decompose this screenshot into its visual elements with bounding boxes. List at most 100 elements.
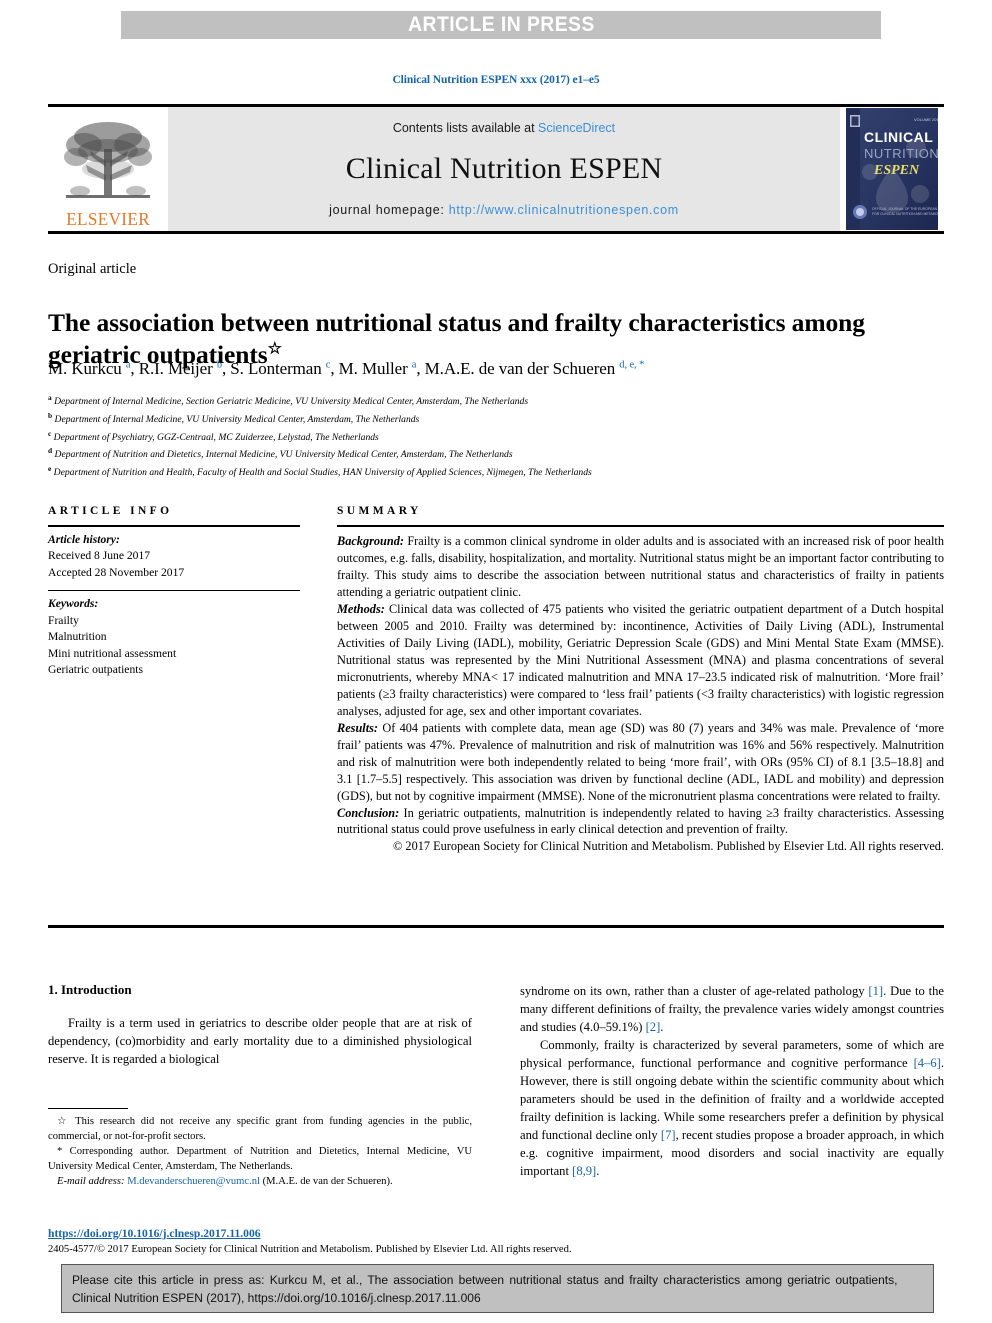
summary-copyright: © 2017 European Society for Clinical Nut… bbox=[393, 839, 944, 854]
keyword-item: Mini nutritional assessment bbox=[48, 646, 177, 660]
author-list: M. Kurkcu a, R.I. Meijer b, S. Lonterman… bbox=[48, 359, 645, 378]
footnotes-block: ☆ This research did not receive any spec… bbox=[48, 1108, 472, 1189]
article-info-heading: ARTICLE INFO bbox=[48, 505, 173, 517]
masthead-center: Contents lists available at ScienceDirec… bbox=[168, 107, 840, 231]
keywords-group: Keywords: Frailty Malnutrition Mini nutr… bbox=[48, 591, 300, 687]
article-in-press-label: ARTICLE IN PRESS bbox=[407, 13, 595, 36]
summary-heading: SUMMARY bbox=[337, 505, 422, 517]
summary-results-text: Of 404 patients with complete data, mean… bbox=[337, 720, 944, 803]
svg-text:CLINICAL: CLINICAL bbox=[864, 129, 933, 145]
footnote-funding-text: This research did not receive any specif… bbox=[48, 1116, 473, 1143]
doi-link[interactable]: https://doi.org/10.1016/j.clnesp.2017.11… bbox=[48, 1227, 261, 1240]
summary-background-text: Frailty is a common clinical syndrome in… bbox=[337, 534, 944, 599]
intro-p1-c: . bbox=[660, 1020, 664, 1034]
footnote-text: ☆ This research did not receive any spec… bbox=[48, 1114, 472, 1189]
affiliation-marker: d bbox=[48, 446, 53, 456]
email-owner: (M.A.E. de van der Schueren). bbox=[259, 1176, 393, 1188]
svg-text:NUTRITION: NUTRITION bbox=[864, 146, 938, 161]
article-history-group: Article history: Received 8 June 2017 Ac… bbox=[48, 527, 300, 590]
citation-ref[interactable]: [2] bbox=[646, 1020, 661, 1034]
elsevier-logo: ELSEVIER bbox=[48, 107, 168, 231]
intro-p2-a: Commonly, frailty is characterized by se… bbox=[520, 1038, 944, 1070]
article-history-accepted: Accepted 28 November 2017 bbox=[48, 565, 185, 579]
summary-panel: SUMMARY Background: Frailty is a common … bbox=[337, 505, 944, 855]
affiliation-item: b Department of Internal Medicine, VU Un… bbox=[48, 410, 420, 425]
section-divider bbox=[48, 925, 944, 928]
journal-homepage-line: journal homepage: http://www.clinicalnut… bbox=[329, 203, 679, 217]
article-history-received: Received 8 June 2017 bbox=[48, 549, 151, 563]
contents-prefix: Contents lists available at bbox=[392, 121, 539, 135]
affiliation-item: e Department of Nutrition and Health, Fa… bbox=[48, 464, 592, 479]
title-footnote-marker: ☆ bbox=[267, 340, 282, 358]
svg-text:ESPEN: ESPEN bbox=[873, 163, 920, 178]
intro-p1-a: syndrome on its own, rather than a clust… bbox=[520, 984, 869, 998]
summary-conclusion-text: In geriatric outpatients, malnutrition i… bbox=[337, 805, 944, 837]
keyword-item: Geriatric outpatients bbox=[48, 663, 143, 677]
elsevier-tree-icon bbox=[64, 122, 152, 198]
email-link[interactable]: M.devanderschueren@vumc.nl bbox=[127, 1176, 260, 1187]
footnote-corresponding-text: Corresponding author. Department of Nutr… bbox=[48, 1146, 472, 1173]
footnote-rule bbox=[48, 1108, 128, 1109]
article-info-panel: ARTICLE INFO Article history: Received 8… bbox=[48, 505, 300, 688]
article-page: ARTICLE IN PRESS Clinical Nutrition ESPE… bbox=[0, 0, 992, 1323]
affiliation-marker: a bbox=[48, 393, 52, 402]
cite-article-text: Please cite this article in press as: Ku… bbox=[72, 1273, 898, 1305]
summary-results-label: Results: bbox=[337, 720, 378, 735]
elsevier-wordmark: ELSEVIER bbox=[66, 209, 150, 229]
intro-paragraph-2: Commonly, frailty is characterized by se… bbox=[520, 1036, 944, 1180]
svg-text:VOLUME 2017: VOLUME 2017 bbox=[914, 117, 938, 122]
journal-title: Clinical Nutrition ESPEN bbox=[345, 152, 663, 185]
footnote-email: E-mail address: M.devanderschueren@vumc.… bbox=[48, 1174, 472, 1189]
intro-column-right: syndrome on its own, rather than a clust… bbox=[520, 982, 944, 1180]
journal-cover-icon: VOLUME 2017 CLINICAL NUTRITION ESPEN OFF… bbox=[846, 108, 938, 230]
intro-column-left: 1. Introduction Frailty is a term used i… bbox=[48, 982, 472, 1068]
summary-background: Background: Frailty is a common clinical… bbox=[337, 533, 944, 601]
intro-right-text: syndrome on its own, rather than a clust… bbox=[520, 982, 944, 1180]
journal-masthead: ELSEVIER Contents lists available at Sci… bbox=[48, 104, 944, 234]
svg-text:FOR CLINICAL NUTRITION AND MET: FOR CLINICAL NUTRITION AND METABOLISM bbox=[872, 212, 938, 216]
citation-ref[interactable]: [1] bbox=[868, 984, 883, 998]
article-history-label: Article history: bbox=[48, 533, 120, 546]
affiliation-marker: c bbox=[48, 428, 52, 438]
journal-cover-thumbnail: VOLUME 2017 CLINICAL NUTRITION ESPEN OFF… bbox=[840, 107, 944, 231]
sciencedirect-link[interactable]: ScienceDirect bbox=[538, 121, 615, 135]
summary-methods: Methods: Clinical data was collected of … bbox=[337, 601, 944, 720]
article-in-press-banner: ARTICLE IN PRESS bbox=[121, 11, 881, 39]
intro-left-text: Frailty is a term used in geriatrics to … bbox=[48, 1014, 472, 1068]
journal-homepage-link[interactable]: http://www.clinicalnutritionespen.com bbox=[449, 203, 679, 217]
email-label: E-mail address: bbox=[57, 1176, 125, 1188]
intro-p2-d: . bbox=[596, 1164, 600, 1178]
cite-article-box: Please cite this article in press as: Ku… bbox=[61, 1264, 934, 1313]
summary-body: Background: Frailty is a common clinical… bbox=[337, 527, 944, 855]
intro-paragraph-1: Frailty is a term used in geriatrics to … bbox=[48, 1016, 472, 1066]
contents-available-line: Contents lists available at ScienceDirec… bbox=[393, 121, 615, 135]
affiliation-item: c Department of Psychiatry, GGZ-Centraal… bbox=[48, 428, 379, 443]
affiliation-marker: b bbox=[48, 410, 53, 420]
summary-results: Results: Of 404 patients with complete d… bbox=[337, 720, 944, 805]
footnote-corresponding: * Corresponding author. Department of Nu… bbox=[48, 1144, 472, 1174]
affiliation-item: a Department of Internal Medicine, Secti… bbox=[48, 393, 529, 408]
keyword-item: Frailty bbox=[48, 613, 79, 627]
citation-ref[interactable]: [8,9] bbox=[572, 1164, 596, 1178]
svg-text:OFFICIAL JOURNAL OF THE EUROPE: OFFICIAL JOURNAL OF THE EUROPEAN SOCIETY bbox=[872, 207, 938, 211]
keywords-label: Keywords: bbox=[48, 597, 99, 611]
journal-reference-line: Clinical Nutrition ESPEN xxx (2017) e1–e… bbox=[392, 74, 600, 86]
citation-ref[interactable]: [4–6] bbox=[914, 1056, 941, 1070]
summary-background-label: Background: bbox=[337, 534, 404, 548]
footnote-funding: ☆ This research did not receive any spec… bbox=[48, 1114, 472, 1144]
issn-copyright-line: 2405-4577/© 2017 European Society for Cl… bbox=[48, 1244, 572, 1255]
keyword-item: Malnutrition bbox=[48, 630, 107, 644]
citation-ref[interactable]: [7] bbox=[661, 1128, 676, 1142]
footnote-funding-mark: ☆ bbox=[57, 1116, 70, 1127]
summary-conclusion: Conclusion: In geriatric outpatients, ma… bbox=[337, 805, 944, 839]
affiliation-marker: e bbox=[48, 464, 52, 474]
article-type: Original article bbox=[48, 261, 137, 277]
summary-conclusion-label: Conclusion: bbox=[337, 805, 400, 820]
intro-paragraph-1-cont: syndrome on its own, rather than a clust… bbox=[520, 982, 944, 1036]
introduction-heading: 1. Introduction bbox=[48, 982, 132, 997]
summary-methods-text: Clinical data was collected of 475 patie… bbox=[337, 601, 944, 718]
affiliation-item: d Department of Nutrition and Dietetics,… bbox=[48, 446, 513, 461]
affiliation-list: a Department of Internal Medicine, Secti… bbox=[48, 392, 928, 481]
summary-methods-label: Methods: bbox=[337, 601, 385, 616]
homepage-prefix: journal homepage: bbox=[329, 203, 449, 217]
